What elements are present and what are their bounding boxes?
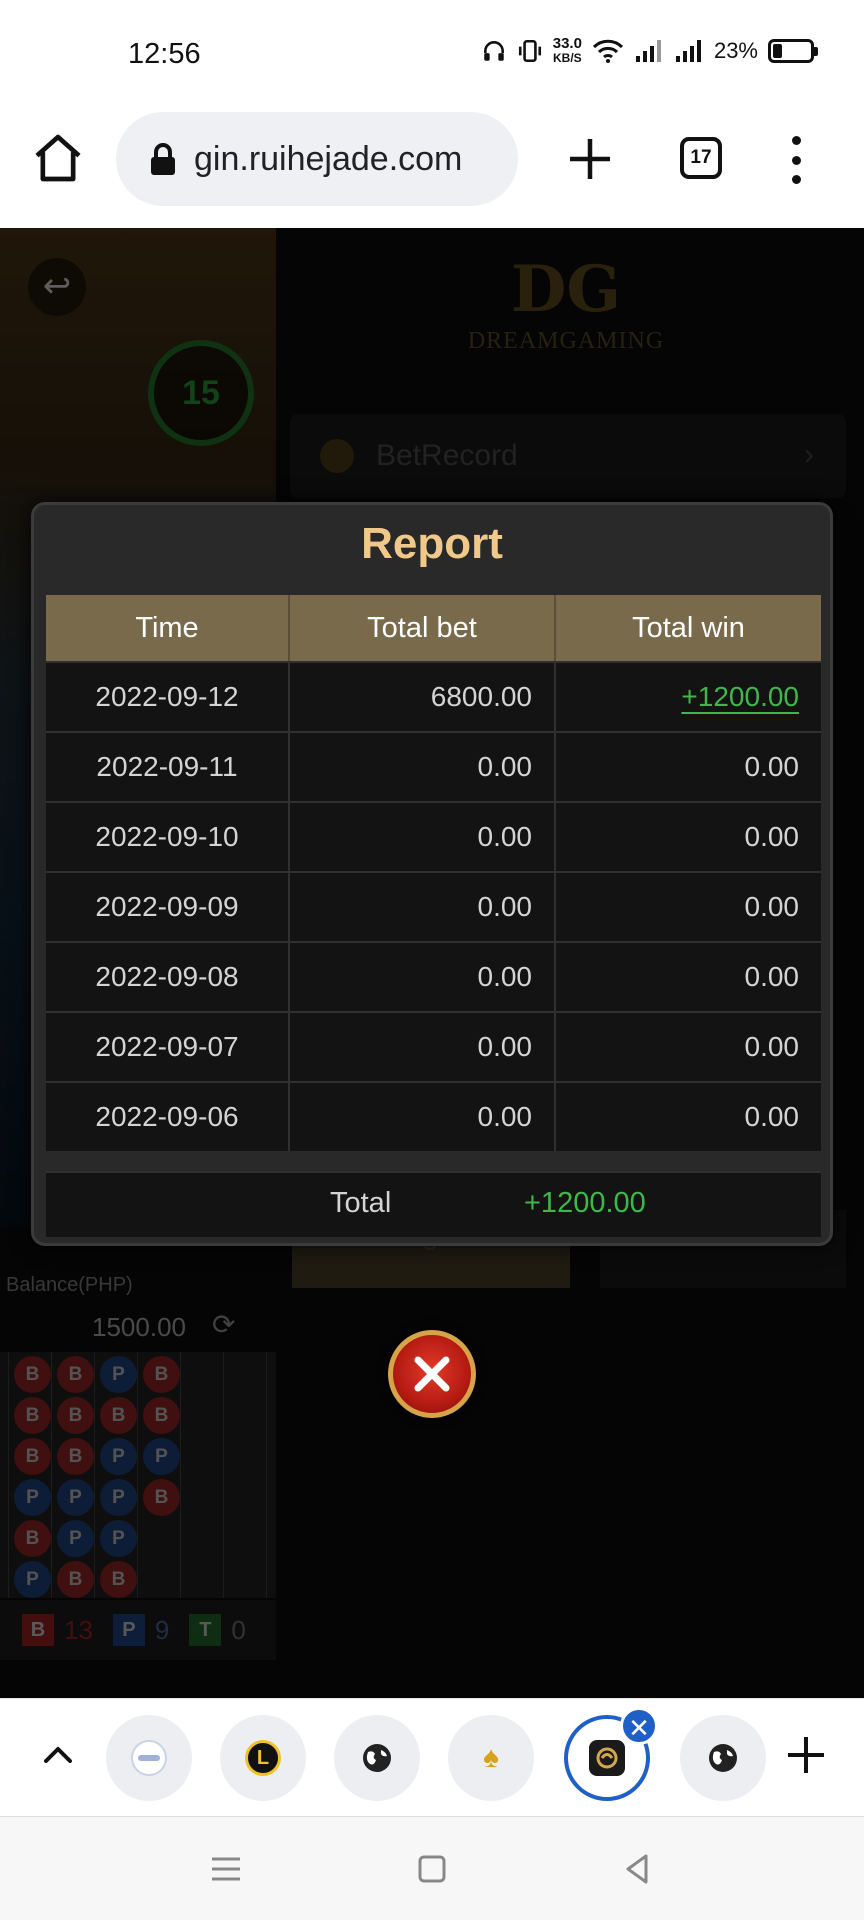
table-row: 2022-09-07 0.00 0.00 (46, 1011, 821, 1081)
report-table: Time Total bet Total win 2022-09-12 6800… (46, 595, 821, 1151)
recent-apps-icon[interactable] (204, 1847, 248, 1891)
close-tab-icon[interactable]: ✕ (620, 1707, 658, 1745)
total-label: Total (330, 1187, 392, 1219)
row-total-bet: 0.00 (290, 943, 556, 1011)
table-row: 2022-09-09 0.00 0.00 (46, 871, 821, 941)
row-total-bet: 0.00 (290, 873, 556, 941)
url-text: gin.ruihejade.com (194, 139, 463, 178)
row-total-win: 0.00 (744, 961, 800, 992)
row-date: 2022-09-09 (46, 873, 290, 941)
row-total-bet: 0.00 (290, 733, 556, 801)
table-header: Time Total bet Total win (46, 595, 821, 661)
close-report-button[interactable] (388, 1330, 476, 1418)
battery-level (773, 44, 782, 58)
tab-switcher-button[interactable]: 17 (680, 137, 722, 179)
row-total-bet: 0.00 (290, 1013, 556, 1081)
row-total-win: 0.00 (744, 751, 800, 782)
home-square-icon[interactable] (410, 1847, 454, 1891)
casino-site-favicon (131, 1740, 167, 1776)
row-total-win: 0.00 (744, 1031, 800, 1062)
system-navigation-bar (0, 1816, 864, 1920)
total-value: +1200.00 (524, 1187, 646, 1219)
report-title: Report (361, 519, 503, 568)
browser-menu-button[interactable] (784, 136, 808, 184)
l-logo-favicon: L (245, 1740, 281, 1776)
spade-card-favicon: ♠ (483, 1741, 499, 1774)
globe-icon (709, 1744, 737, 1772)
lock-icon (151, 143, 175, 175)
total-row: Total +1200.00 (46, 1171, 821, 1237)
add-tab-plus-icon[interactable] (784, 1733, 828, 1777)
globe-icon (363, 1744, 391, 1772)
signal-1-icon (635, 40, 661, 62)
table-row: 2022-09-06 0.00 0.00 (46, 1081, 821, 1151)
signal-2-icon (675, 40, 701, 62)
vibrate-icon (518, 39, 541, 63)
table-row: 2022-09-10 0.00 0.00 (46, 801, 821, 871)
row-total-win: 0.00 (744, 821, 800, 852)
tab-thumbnail[interactable] (334, 1715, 420, 1801)
battery-percent: 23% (713, 38, 758, 63)
row-total-bet: 0.00 (290, 1083, 556, 1151)
row-date: 2022-09-08 (46, 943, 290, 1011)
column-header-total-win: Total win (632, 611, 745, 644)
wifi-icon (592, 39, 624, 63)
row-total-bet: 6800.00 (290, 663, 556, 731)
row-date: 2022-09-07 (46, 1013, 290, 1081)
tab-thumbnail[interactable]: ♠ (448, 1715, 534, 1801)
report-dialog: Report Time Total bet Total win 2022-09-… (31, 502, 833, 1246)
tab-strip: L ♠ ✕ (0, 1698, 864, 1816)
tab-thumbnail[interactable] (680, 1715, 766, 1801)
dreamgaming-favicon (589, 1740, 625, 1776)
row-date: 2022-09-06 (46, 1083, 290, 1151)
screen: 12:56 33.0 KB/S 23% gin.ruihejade.com 17 (0, 0, 864, 1920)
status-bar: 12:56 33.0 KB/S 23% (0, 0, 864, 100)
back-triangle-icon[interactable] (616, 1847, 660, 1891)
status-icons: 33.0 KB/S 23% (481, 36, 818, 66)
battery-icon (768, 39, 818, 63)
column-header-total-bet: Total bet (290, 595, 556, 661)
row-date: 2022-09-11 (46, 733, 290, 801)
address-bar[interactable]: gin.ruihejade.com (116, 112, 518, 206)
tab-thumbnail[interactable] (106, 1715, 192, 1801)
chevron-up-icon[interactable] (38, 1735, 78, 1775)
column-header-time: Time (46, 595, 290, 661)
row-total-win-link[interactable]: +1200.00 (681, 681, 799, 713)
network-speed-unit: KB/S (553, 51, 582, 65)
row-date: 2022-09-12 (46, 663, 290, 731)
table-row: 2022-09-08 0.00 0.00 (46, 941, 821, 1011)
network-speed: 33.0 KB/S (553, 36, 582, 66)
row-date: 2022-09-10 (46, 803, 290, 871)
browser-toolbar: gin.ruihejade.com 17 (0, 100, 864, 228)
home-icon[interactable] (30, 130, 86, 186)
close-icon (414, 1356, 450, 1392)
headphones-icon (483, 41, 504, 61)
tab-thumbnail[interactable]: L (220, 1715, 306, 1801)
status-time: 12:56 (128, 38, 201, 70)
row-total-bet: 0.00 (290, 803, 556, 871)
table-row: 2022-09-12 6800.00 +1200.00 (46, 661, 821, 731)
network-speed-value: 33.0 (552, 35, 582, 52)
table-row: 2022-09-11 0.00 0.00 (46, 731, 821, 801)
tab-count: 17 (690, 147, 712, 168)
row-total-win: 0.00 (744, 1101, 800, 1132)
row-total-win: 0.00 (744, 891, 800, 922)
new-tab-plus-icon[interactable] (566, 135, 614, 183)
